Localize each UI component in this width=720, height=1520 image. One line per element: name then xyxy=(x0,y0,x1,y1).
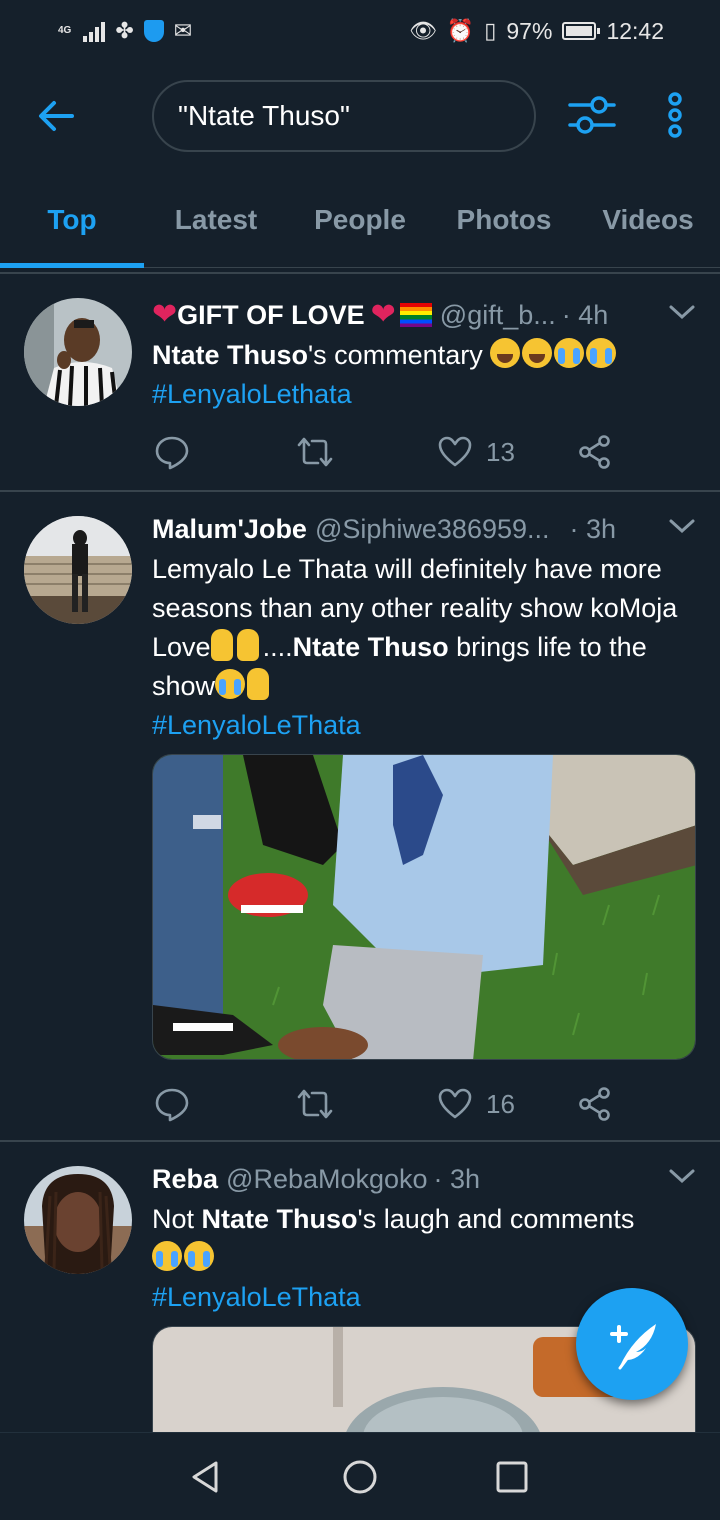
search-header: "Ntate Thuso" xyxy=(0,62,720,172)
nav-home-icon[interactable] xyxy=(342,1459,378,1495)
chevron-down-icon[interactable] xyxy=(668,302,696,322)
crying-emoji-icon xyxy=(586,338,617,368)
heart-emoji-icon: ❤ xyxy=(370,298,396,331)
rofl-emoji-icon xyxy=(215,669,246,699)
avatar[interactable] xyxy=(24,1166,132,1274)
compose-tweet-button[interactable] xyxy=(576,1288,688,1400)
ok-hand-emoji-icon xyxy=(247,668,270,700)
search-tabs: Top Latest People Photos Videos xyxy=(0,180,720,268)
chevron-down-icon[interactable] xyxy=(668,1166,696,1186)
display-name[interactable]: Malum'Jobe xyxy=(152,514,307,545)
tweet-text: Not Ntate Thuso's laugh and comments xyxy=(152,1200,696,1278)
tweet-time: · 4h xyxy=(561,299,609,330)
divider xyxy=(0,1140,720,1142)
tweet-text: Lemyalo Le Thata will definitely have mo… xyxy=(152,550,696,706)
rofl-emoji-icon xyxy=(152,1241,182,1271)
battery-icon xyxy=(562,22,601,40)
search-query: "Ntate Thuso" xyxy=(178,100,350,131)
tweet-text-ellipsis: .... xyxy=(262,632,293,662)
nav-back-icon[interactable] xyxy=(188,1459,224,1495)
username[interactable]: @Siphiwe386959... xyxy=(315,514,550,545)
search-input[interactable]: "Ntate Thuso" xyxy=(152,80,536,152)
mail-icon: ✉ xyxy=(173,18,193,43)
like-count: 16 xyxy=(486,1088,515,1119)
reply-icon xyxy=(155,436,189,470)
heart-emoji-icon: ❤ xyxy=(152,298,178,331)
display-name[interactable]: GIFT OF LOVE xyxy=(177,300,365,331)
retweet-icon xyxy=(297,1089,333,1119)
fan-icon: ✤ xyxy=(115,18,134,43)
username[interactable]: @RebaMokgoko xyxy=(226,1164,428,1195)
alarm-icon: ⏰ xyxy=(446,18,475,43)
clock: 12:42 xyxy=(606,17,664,44)
retweet-icon xyxy=(297,437,333,467)
tweet-header: Reba @RebaMokgoko · 3h xyxy=(152,1162,696,1196)
reply-button[interactable] xyxy=(154,432,190,472)
filter-icon[interactable] xyxy=(566,92,618,138)
tweet-header: Malum'Jobe @Siphiwe386959... · 3h xyxy=(152,512,696,546)
eye-icon: 👁 xyxy=(408,18,437,43)
tab-photos[interactable]: Photos xyxy=(432,180,576,267)
hashtag-link[interactable]: #LenyaloLethata xyxy=(152,375,696,414)
mention-bold: Ntate Thuso xyxy=(152,340,309,370)
share-button[interactable] xyxy=(578,432,612,472)
retweet-button[interactable] xyxy=(296,432,334,472)
tab-top[interactable]: Top xyxy=(0,180,144,268)
signal-icon xyxy=(83,20,106,42)
heart-icon xyxy=(438,436,472,467)
reply-button[interactable] xyxy=(154,1084,190,1124)
battery-percent: 97% xyxy=(506,17,553,44)
divider xyxy=(0,490,720,492)
retweet-button[interactable] xyxy=(296,1084,334,1124)
crossed-fingers-emoji-icon xyxy=(236,629,259,661)
reply-icon xyxy=(155,1088,189,1122)
back-arrow-icon[interactable] xyxy=(36,96,76,136)
username[interactable]: @gift_b... xyxy=(440,300,556,331)
crossed-fingers-emoji-icon xyxy=(210,629,233,661)
nav-recents-icon[interactable] xyxy=(494,1459,530,1495)
hashtag-link[interactable]: #LenyaloLeThata xyxy=(152,706,696,745)
like-button[interactable]: 16 xyxy=(438,1084,515,1124)
tweet-header: ❤ GIFT OF LOVE ❤ @gift_b... · 4h xyxy=(152,298,696,332)
laughing-emoji-icon xyxy=(522,338,553,368)
mention-bold: Ntate Thuso xyxy=(292,632,449,662)
avatar[interactable] xyxy=(24,516,132,624)
vibrate-icon: ▯ xyxy=(484,18,497,43)
compose-feather-icon xyxy=(610,1324,656,1370)
heart-icon xyxy=(438,1088,472,1119)
tweet-text-pre: Not xyxy=(152,1204,202,1234)
share-icon xyxy=(579,1087,610,1121)
tweet-actions: 16 xyxy=(152,1084,696,1124)
display-name[interactable]: Reba xyxy=(152,1164,218,1195)
tweet-image[interactable] xyxy=(152,754,696,1060)
tweet-time: · 3h xyxy=(569,513,617,544)
system-nav-bar xyxy=(0,1432,720,1520)
tab-people[interactable]: People xyxy=(288,180,432,267)
more-options-icon[interactable] xyxy=(660,92,690,138)
tweet-text: Ntate Thuso's commentary xyxy=(152,336,696,375)
mention-bold: Ntate Thuso xyxy=(201,1204,358,1234)
rofl-emoji-icon xyxy=(184,1241,214,1271)
shield-icon xyxy=(143,20,164,42)
avatar[interactable] xyxy=(24,298,132,406)
network-type: 4G xyxy=(58,25,72,36)
tab-latest[interactable]: Latest xyxy=(144,180,288,267)
status-bar: 4G ✤ ✉ 👁 ⏰ ▯ 97% 12:42 xyxy=(0,0,720,62)
tweet-text-body: 's laugh and comments xyxy=(357,1204,635,1234)
share-button[interactable] xyxy=(578,1084,612,1124)
divider xyxy=(0,272,720,274)
rainbow-flag-icon xyxy=(399,303,432,327)
like-count: 13 xyxy=(486,436,515,467)
laughing-emoji-icon xyxy=(490,338,521,368)
share-icon xyxy=(579,435,610,469)
like-button[interactable]: 13 xyxy=(438,432,515,472)
tweet-text-body: 's commentary xyxy=(308,340,483,370)
chevron-down-icon[interactable] xyxy=(668,516,696,536)
crying-emoji-icon xyxy=(554,338,585,368)
tab-videos[interactable]: Videos xyxy=(576,180,720,267)
tweet-actions: 13 xyxy=(152,432,696,472)
tweet-time: · 3h xyxy=(433,1163,481,1194)
